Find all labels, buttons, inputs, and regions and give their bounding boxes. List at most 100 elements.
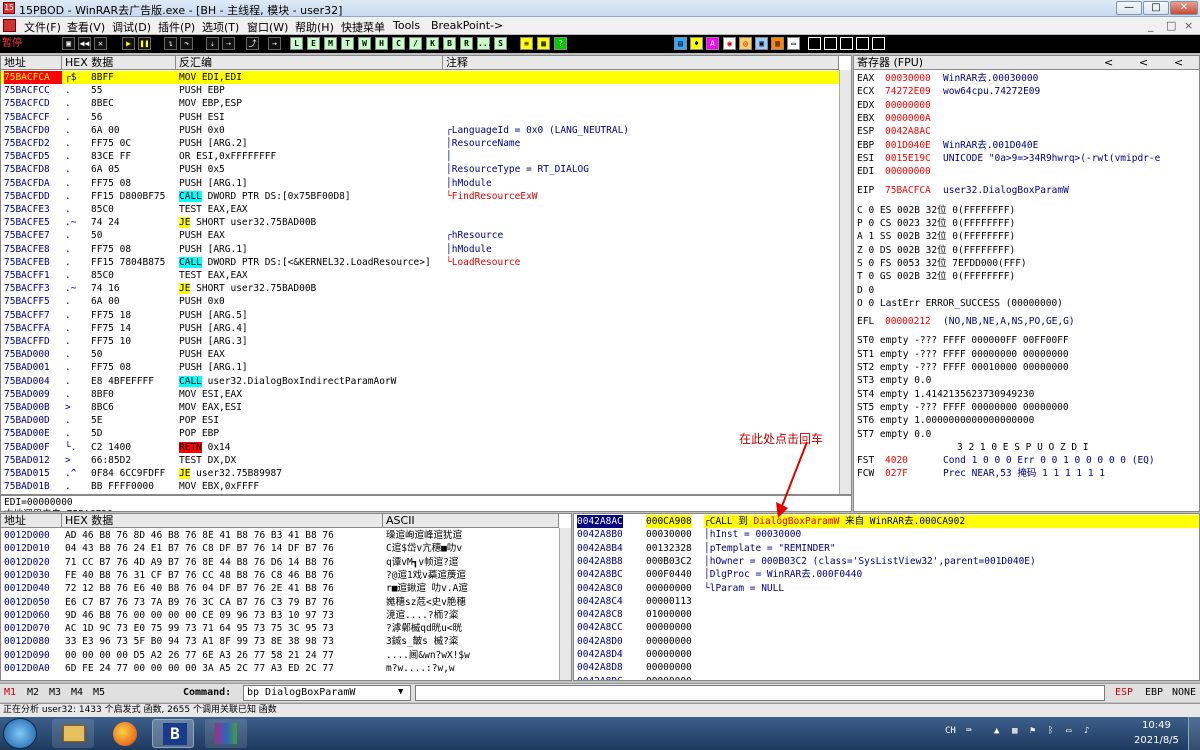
disasm-row[interactable]: 75BAD00D. 5E POP ESI [1, 414, 839, 427]
fpu-st-row[interactable]: ST7 empty 0.0 [857, 428, 931, 441]
dump-row[interactable]: 0012D020 71 CC B7 76 4D A9 B7 76 8E 44 B8… [1, 556, 557, 569]
disasm-row[interactable]: 75BACFF5. 6A 00 PUSH 0x0 [1, 295, 839, 308]
plugin-b-icon[interactable]: ♦ [690, 37, 703, 50]
dump-row[interactable]: 0012D060 9D 46 B8 76 00 00 00 00 CE 09 96… [1, 609, 557, 622]
disasm-row[interactable]: 75BAD009. 8BF0 MOV ESI,EAX [1, 388, 839, 401]
fpu-st-row[interactable]: ST6 empty 1.0000000000000000000 [857, 414, 1034, 427]
registers-pane[interactable]: 寄存器 (FPU) < < < EAX 00030000 WinRAR去.00030… [853, 55, 1200, 512]
run-icon[interactable]: ▶ [122, 37, 135, 50]
blank-icon-3[interactable] [840, 37, 853, 50]
marker-m4[interactable]: M4 [71, 687, 83, 698]
fpu-st-row[interactable]: ST5 empty -??? FFFF 00000000 00000000 [857, 401, 1069, 414]
plugin-f-icon[interactable]: ▣ [755, 37, 768, 50]
menu-plugins[interactable]: 插件(P) [158, 19, 195, 35]
register-esi[interactable]: ESI 0015E19C UNICODE "0a>9=>34R9hwrq>(-rwt… [857, 152, 1197, 165]
language-indicator[interactable]: CH [945, 726, 956, 736]
debugger-icon[interactable]: B [152, 719, 194, 748]
disasm-row[interactable]: 75BACFE3. 85C0 TEST EAX,EAX [1, 203, 839, 216]
input-method-icon[interactable]: ⌨ [966, 726, 971, 736]
register-edi[interactable]: EDI 00000000 [857, 165, 1197, 178]
register-esp[interactable]: ESP 0042A8AC [857, 125, 1197, 138]
disasm-row[interactable]: 75BACFD0. 6A 00 PUSH 0x0 ┌LanguageId = 0x0 … [1, 124, 839, 137]
window-button-0[interactable]: L [290, 37, 303, 50]
fpu-st-row[interactable]: ST0 empty -??? FFFF 000000FF 00FF00FF [857, 334, 1069, 347]
disasm-row[interactable]: 75BACFFA. FF75 14 PUSH [ARG.4] [1, 322, 839, 335]
step-over-icon[interactable]: ↷ [180, 37, 193, 50]
trace-over-icon[interactable]: ⇢ [222, 37, 235, 50]
disasm-row[interactable]: 75BACFE8. FF75 08 PUSH [ARG.1] │hModule [1, 243, 839, 256]
disasm-row[interactable]: 75BACFFD. FF75 10 PUSH [ARG.3] [1, 335, 839, 348]
disasm-row[interactable]: 75BACFF3 .~ 74 16 JE SHORT user32.75BAD00B [1, 282, 839, 295]
reg-toggle-esp[interactable]: ESP [1115, 687, 1133, 698]
disasm-row[interactable]: 75BACFE7. 50 PUSH EAX ┌hResource [1, 229, 839, 242]
grid-icon[interactable]: ▦ [537, 37, 550, 50]
disasm-row[interactable]: 75BACFCA ┌$ 8BFF MOV EDI,EDI [1, 71, 839, 84]
window-button-1[interactable]: E [307, 37, 320, 50]
register-eax[interactable]: EAX 00030000 WinRAR去.00030000 [857, 72, 1197, 85]
goto-icon[interactable]: → [268, 37, 281, 50]
stack-row[interactable]: 0042A8C4 00000113 [574, 595, 1199, 608]
menu-view[interactable]: 查看(V) [67, 19, 105, 35]
disasm-scrollbar[interactable] [839, 70, 851, 494]
dump-row[interactable]: 0012D010 04 43 B8 76 24 E1 B7 76 C8 DF B7… [1, 542, 557, 555]
flag-icon[interactable]: ⚑ [1030, 726, 1035, 736]
col-comment-header[interactable]: 注释 [443, 56, 839, 70]
register-edx[interactable]: EDX 00000000 [857, 99, 1197, 112]
menu-tools[interactable]: Tools [393, 19, 420, 32]
pause-icon[interactable]: ❚❚ [138, 37, 151, 50]
reg-nav-2[interactable]: < [1139, 56, 1148, 69]
stack-row[interactable]: 0042A8DC 00000000 [574, 675, 1199, 680]
dump-row[interactable]: 0012D070 AC 1D 9C 73 E0 75 99 73 71 64 95… [1, 622, 557, 635]
dump-row[interactable]: 0012D090 00 00 00 00 D5 A2 26 77 6E A3 26… [1, 649, 557, 662]
menu-shortcuts[interactable]: 快捷菜单 [341, 19, 385, 35]
disasm-row[interactable]: 75BAD00E. 5D POP EBP [1, 427, 839, 440]
clock-time[interactable]: 10:49 [1142, 720, 1171, 731]
flag-row[interactable]: S 0 FS 0053 32位 7EFDD000(FFF) [857, 257, 1027, 270]
menu-help[interactable]: 帮助(H) [295, 19, 334, 35]
register-efl[interactable]: EFL 00000212 (NO,NB,NE,A,NS,PO,GE,G) [857, 315, 1197, 328]
minimize-button[interactable]: — [1116, 1, 1142, 15]
stack-row[interactable]: 0042A8CC 00000000 [574, 621, 1199, 634]
clock-date[interactable]: 2021/8/5 [1134, 735, 1179, 746]
flag-row[interactable]: P 0 CS 0023 32位 0(FFFFFFFF) [857, 217, 1015, 230]
dump-row[interactable]: 0012D000 AD 46 B8 76 8D 46 B8 76 8E 41 B8… [1, 529, 557, 542]
window-button-6[interactable]: C [392, 37, 405, 50]
disasm-row[interactable]: 75BAD00F └. C2 1400 RETN 0x14 [1, 441, 839, 454]
rewind-icon[interactable]: ◀◀ [78, 37, 91, 50]
dump-pane[interactable]: 地址 HEX 数据 ASCII 0012D000 AD 46 B8 76 8D 4… [0, 513, 572, 681]
plugin-c-icon[interactable]: A [706, 37, 719, 50]
stack-row[interactable]: 0042A8B0 00030000 │hInst = 00030000 [574, 528, 1199, 541]
stack-row[interactable]: 0042A8C8 01000000 [574, 608, 1199, 621]
fpu-st-row[interactable]: ST2 empty -??? FFFF 00010000 00000000 [857, 361, 1069, 374]
reg-toggle-none[interactable]: NONE [1172, 687, 1196, 698]
disasm-row[interactable]: 75BAD01B. BB FFFF0000 MOV EBX,0xFFFF [1, 480, 839, 493]
disasm-row[interactable]: 75BAD00B >8BC6 MOV EAX,ESI [1, 401, 839, 414]
plugin-d-icon[interactable]: ◉ [723, 37, 736, 50]
open-icon[interactable]: ▣ [62, 37, 75, 50]
marker-m1[interactable]: M1 [4, 687, 16, 698]
marker-m3[interactable]: M3 [49, 687, 61, 698]
disasm-row[interactable]: 75BAD000. 50 PUSH EAX [1, 348, 839, 361]
plugin-h-icon[interactable]: ▭ [787, 37, 800, 50]
disasm-row[interactable]: 75BACFE5 .~ 74 24 JE SHORT user32.75BAD00B [1, 216, 839, 229]
menu-options[interactable]: 选项(T) [202, 19, 239, 35]
register-eip[interactable]: EIP 75BACFCA user32.DialogBoxParamW [857, 184, 1197, 197]
monitor-icon[interactable]: ▭ [1066, 726, 1071, 736]
reg-toggle-ebp[interactable]: EBP [1145, 687, 1163, 698]
register-fst[interactable]: FST 4020 Cond 1 0 0 0 Err 0 0 1 0 0 0 0 0 … [857, 454, 1197, 467]
execute-till-return-icon[interactable]: ⤴ [246, 37, 259, 50]
network-icon[interactable]: ▦ [1012, 726, 1017, 736]
disasm-row[interactable]: 75BAD004. E8 4BFEFFFF CALL user32.DialogBo… [1, 375, 839, 388]
flag-row[interactable]: Z 0 DS 002B 32位 0(FFFFFFFF) [857, 244, 1015, 257]
fpu-st-row[interactable]: ST1 empty -??? FFFF 00000000 00000000 [857, 348, 1069, 361]
window-button-5[interactable]: H [375, 37, 388, 50]
disasm-row[interactable]: 75BACFCF. 56 PUSH ESI [1, 111, 839, 124]
flag-row[interactable]: A 1 SS 002B 32位 0(FFFFFFFF) [857, 230, 1015, 243]
blank-icon-1[interactable] [808, 37, 821, 50]
disasm-row[interactable]: 75BACFD5. 83CE FF OR ESI,0xFFFFFFFF │ [1, 150, 839, 163]
register-ebp[interactable]: EBP 001D040E WinRAR去.001D040E [857, 139, 1197, 152]
plugin-g-icon[interactable]: ▥ [771, 37, 784, 50]
flag-row[interactable]: C 0 ES 002B 32位 0(FFFFFFFF) [857, 204, 1015, 217]
firefox-icon[interactable] [104, 719, 146, 748]
command-input[interactable]: bp DialogBoxParamW [243, 685, 411, 701]
